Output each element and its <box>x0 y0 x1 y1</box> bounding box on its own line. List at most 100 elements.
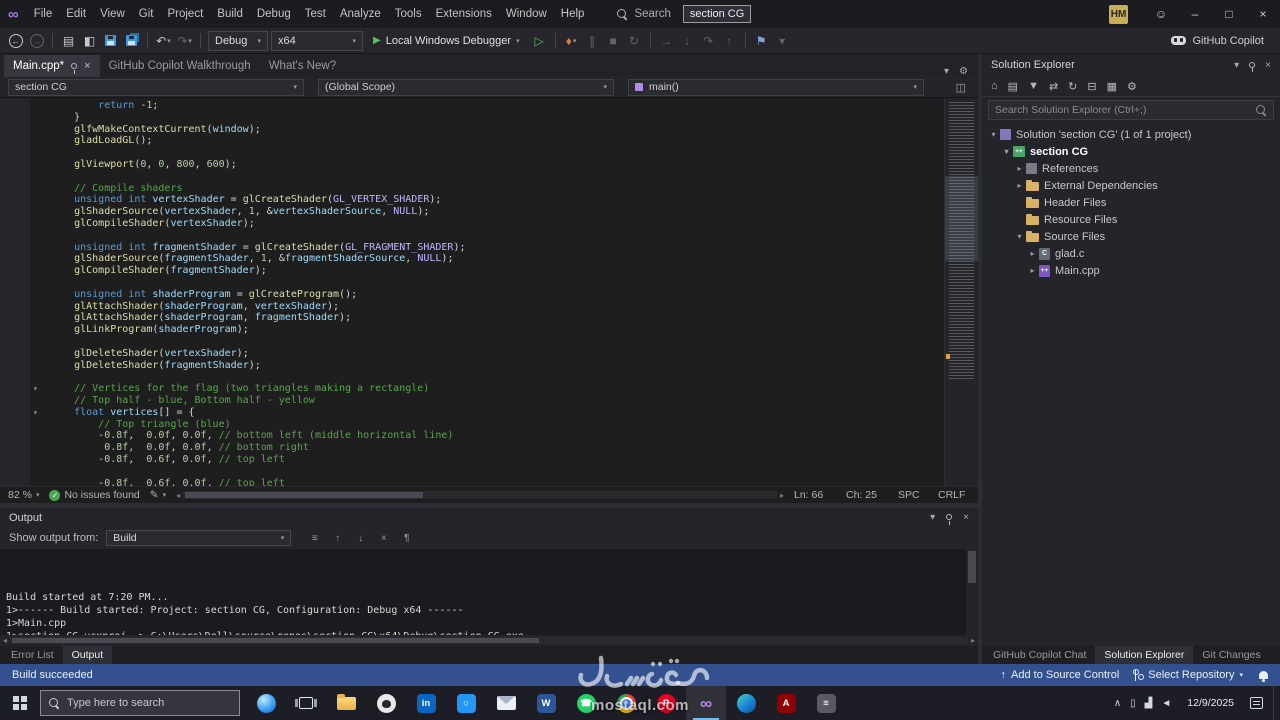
step-out-icon[interactable]: ↑ <box>720 31 739 51</box>
line-ending-indicator[interactable]: CRLF <box>938 489 970 501</box>
scrollbar-thumb[interactable] <box>12 638 539 643</box>
generic-app-icon[interactable]: ≡ <box>806 686 846 720</box>
output-log[interactable]: Build started at 7:20 PM... 1>------ Buil… <box>0 549 978 635</box>
panel-tab-github-copilot-chat[interactable]: GitHub Copilot Chat <box>984 646 1095 664</box>
show-desktop-button[interactable] <box>1273 686 1278 720</box>
scroll-right-icon[interactable]: ▸ <box>971 636 975 645</box>
word-wrap-icon[interactable]: ¶ <box>399 531 414 546</box>
bookmark-icon[interactable]: ⚑ <box>752 31 771 51</box>
scope-dropdown[interactable]: (Global Scope) ▾ <box>318 78 614 96</box>
document-health-indicator[interactable]: ✓ No issues found <box>49 489 140 501</box>
menu-file[interactable]: File <box>27 4 60 24</box>
solution-explorer-title-bar[interactable]: Solution Explorer ▾ × <box>982 54 1280 76</box>
tree-item-external-dependencies[interactable]: ▸ External Dependencies <box>982 177 1280 194</box>
panel-tab-output[interactable]: Output <box>62 646 113 664</box>
menu-git[interactable]: Git <box>132 4 161 24</box>
expand-icon[interactable]: ▸ <box>1014 181 1025 190</box>
task-view-icon[interactable] <box>286 686 326 720</box>
tree-item-references[interactable]: ▸ References <box>982 160 1280 177</box>
scrollbar-thumb[interactable] <box>185 492 423 498</box>
member-dropdown[interactable]: main() ▾ <box>628 78 924 96</box>
scroll-left-icon[interactable]: ◂ <box>176 491 180 500</box>
navigate-back-icon[interactable]: ← <box>6 31 25 51</box>
filter-icon[interactable]: ▼ <box>1028 80 1039 92</box>
collapse-icon[interactable]: ▾ <box>1014 232 1025 241</box>
edge-icon[interactable] <box>726 686 766 720</box>
chrome-icon[interactable] <box>606 686 646 720</box>
step-into-icon[interactable]: ↓ <box>678 31 697 51</box>
step-over-icon[interactable]: ↷ <box>699 31 718 51</box>
quick-search-control[interactable]: Search <box>617 8 671 20</box>
expand-icon[interactable]: ▸ <box>1014 164 1025 173</box>
taskbar-search[interactable]: Type here to search <box>40 690 240 716</box>
tab-what-s-new[interactable]: What's New? <box>260 55 345 77</box>
find-message-icon[interactable]: ≡ <box>307 531 322 546</box>
save-all-icon[interactable] <box>122 31 141 51</box>
volume-icon[interactable]: ◄ <box>1161 698 1171 709</box>
close-button[interactable]: × <box>1246 0 1280 28</box>
menu-analyze[interactable]: Analyze <box>333 4 388 24</box>
tree-item-section-cg[interactable]: ▾ ++ section CG <box>982 143 1280 160</box>
mail-icon[interactable] <box>486 686 526 720</box>
close-icon[interactable]: × <box>84 60 90 72</box>
file-explorer-icon[interactable] <box>326 686 366 720</box>
scroll-left-icon[interactable]: ◂ <box>3 636 7 645</box>
menu-extensions[interactable]: Extensions <box>429 4 499 24</box>
collapse-icon[interactable]: ▾ <box>988 130 999 139</box>
notifications-bell-icon[interactable] <box>1259 671 1268 682</box>
account-badge[interactable]: HM <box>1109 4 1128 24</box>
new-project-icon[interactable]: ▤ <box>59 31 78 51</box>
undo-icon[interactable]: ↶ ▾ <box>154 31 173 51</box>
output-horizontal-scrollbar[interactable]: ◂ ▸ <box>0 635 978 646</box>
clear-all-icon[interactable]: × <box>376 531 391 546</box>
editor-horizontal-scrollbar[interactable]: ◂ ▸ <box>176 490 784 500</box>
menu-project[interactable]: Project <box>160 4 210 24</box>
output-scrollbar-thumb[interactable] <box>968 551 976 583</box>
menu-debug[interactable]: Debug <box>250 4 298 24</box>
go-to-previous-message-icon[interactable]: ↑ <box>330 531 345 546</box>
output-vertical-scrollbar[interactable] <box>966 549 978 635</box>
collapse-icon[interactable]: ▾ <box>1001 147 1012 156</box>
tab-options-icon[interactable]: ⚙ <box>959 66 968 77</box>
expand-icon[interactable]: ▸ <box>1027 266 1038 275</box>
active-files-chevron-icon[interactable]: ▾ <box>944 66 949 77</box>
home-icon[interactable]: ⌂ <box>991 80 998 92</box>
collapse-all-icon[interactable]: ⊟ <box>1087 80 1096 93</box>
fold-collapse-icon[interactable]: ▾ <box>33 407 38 419</box>
tree-item-solution-section-cg-1-of-1-project[interactable]: ▾ Solution 'section CG' (1 of 1 project) <box>982 126 1280 143</box>
panel-tab-git-changes[interactable]: Git Changes <box>1193 646 1269 664</box>
action-center-icon[interactable] <box>1250 697 1263 709</box>
pinterest-icon[interactable]: P <box>646 686 686 720</box>
maximize-button[interactable]: □ <box>1212 0 1246 28</box>
word-icon[interactable]: W <box>526 686 566 720</box>
expand-icon[interactable]: ▸ <box>1027 249 1038 258</box>
project-dropdown[interactable]: section CG ▾ <box>8 78 304 96</box>
add-to-source-control-button[interactable]: ↑ Add to Source Control <box>1001 669 1120 681</box>
tree-item-resource-files[interactable]: Resource Files <box>982 211 1280 228</box>
menu-window[interactable]: Window <box>499 4 554 24</box>
pin-icon[interactable] <box>1249 60 1256 73</box>
save-icon[interactable] <box>101 31 120 51</box>
toolbar-options-icon[interactable]: ▾ <box>773 31 792 51</box>
add-item-icon[interactable]: ◧ <box>80 31 99 51</box>
restart-icon[interactable]: ↻ <box>625 31 644 51</box>
fold-collapse-icon[interactable]: ▾ <box>33 383 38 395</box>
network-icon[interactable]: ▟ <box>1145 698 1153 709</box>
start-button[interactable] <box>0 686 40 720</box>
menu-view[interactable]: View <box>93 4 132 24</box>
close-icon[interactable]: × <box>963 512 969 523</box>
taskbar-clock[interactable]: 12/9/2025 <box>1181 697 1240 710</box>
whatsapp-icon[interactable]: ☎ <box>566 686 606 720</box>
scroll-right-icon[interactable]: ▸ <box>780 491 784 500</box>
refresh-icon[interactable]: ↻ <box>1068 80 1077 93</box>
editor-minimap-scrollbar[interactable] <box>944 98 978 486</box>
menu-build[interactable]: Build <box>210 4 250 24</box>
photos-icon[interactable]: ○ <box>446 686 486 720</box>
code-editor[interactable]: return -1; } glfwMakeContextCurrent(wind… <box>0 98 978 486</box>
break-all-icon[interactable]: ∥ <box>583 31 602 51</box>
stop-icon[interactable]: ■ <box>604 31 623 51</box>
feedback-icon[interactable]: ☺ <box>1144 0 1178 28</box>
tree-item-header-files[interactable]: Header Files <box>982 194 1280 211</box>
panel-tab-solution-explorer[interactable]: Solution Explorer <box>1095 646 1194 664</box>
split-window-icon[interactable]: ◫ <box>956 81 970 94</box>
